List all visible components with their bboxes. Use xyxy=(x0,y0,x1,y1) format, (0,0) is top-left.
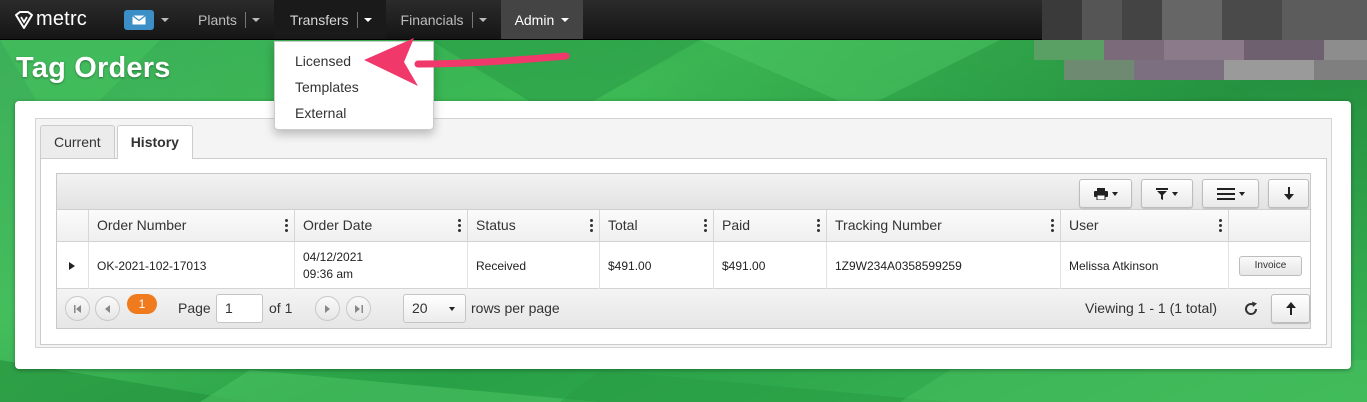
obscured-user-area xyxy=(1034,0,1367,100)
nav-plants[interactable]: Plants xyxy=(182,0,274,39)
cell-order-date: 04/12/2021 09:36 am xyxy=(295,242,468,289)
cell-total: $491.00 xyxy=(600,242,714,289)
column-header-order-number[interactable]: Order Number xyxy=(89,210,295,242)
column-menu-icon[interactable] xyxy=(704,219,707,232)
nav-admin-label: Admin xyxy=(514,11,555,28)
grid-header-row: Order Number Order Date Status Total Pai… xyxy=(57,210,1310,242)
upload-button[interactable] xyxy=(1271,294,1310,323)
tab-current[interactable]: Current xyxy=(40,125,115,158)
column-header-user[interactable]: User xyxy=(1061,210,1229,242)
column-menu-icon[interactable] xyxy=(817,219,820,232)
tab-content: Order Number Order Date Status Total Pai… xyxy=(40,158,1327,345)
chevron-down-icon xyxy=(449,307,455,311)
column-menu-icon[interactable] xyxy=(1051,219,1054,232)
print-button[interactable] xyxy=(1079,179,1132,208)
column-menu-icon[interactable] xyxy=(458,219,461,232)
cell-paid: $491.00 xyxy=(714,242,827,289)
menu-item-external[interactable]: External xyxy=(275,100,433,126)
next-page-icon xyxy=(324,304,330,313)
nav-transfers-label: Transfers xyxy=(289,11,349,28)
cell-order-number: OK-2021-102-17013 xyxy=(89,242,295,289)
menu-item-licensed[interactable]: Licensed xyxy=(275,48,433,74)
menu-item-templates[interactable]: Templates xyxy=(275,74,433,100)
expand-triangle-icon xyxy=(69,261,75,270)
column-header-status[interactable]: Status xyxy=(468,210,600,242)
mail-menu[interactable] xyxy=(108,0,182,39)
columns-menu-icon xyxy=(1216,187,1235,200)
main-panel: Current History Order Number Order Date … xyxy=(15,101,1351,369)
tab-bar: Current History xyxy=(40,125,195,159)
current-page-badge: 1 xyxy=(127,294,157,314)
column-menu-icon[interactable] xyxy=(590,219,593,232)
next-page-button[interactable] xyxy=(315,296,340,321)
prev-page-button[interactable] xyxy=(95,296,120,321)
upload-icon xyxy=(1285,302,1296,315)
column-header-paid[interactable]: Paid xyxy=(714,210,827,242)
nav-transfers[interactable]: Transfers xyxy=(273,0,386,39)
first-page-button[interactable] xyxy=(65,296,90,321)
page-title: Tag Orders xyxy=(16,52,171,84)
viewing-count: Viewing 1 - 1 (1 total) xyxy=(1085,300,1218,316)
orders-grid: Order Number Order Date Status Total Pai… xyxy=(56,173,1311,329)
rows-per-page-label: rows per page xyxy=(471,300,560,316)
page-count-label: of 1 xyxy=(269,300,293,316)
chevron-down-icon xyxy=(1172,191,1178,196)
chevron-down-icon xyxy=(161,17,169,22)
download-button[interactable] xyxy=(1268,179,1309,208)
chevron-down-icon xyxy=(251,17,260,22)
order-date-value: 04/12/2021 xyxy=(303,249,364,264)
column-header-tracking-number[interactable]: Tracking Number xyxy=(827,210,1061,242)
grid-toolbar xyxy=(57,174,1310,210)
column-menu-icon[interactable] xyxy=(1219,219,1222,232)
chevron-down-icon xyxy=(1238,191,1245,196)
nav-financials[interactable]: Financials xyxy=(386,0,501,39)
cell-tracking-number: 1Z9W234A0358599259 xyxy=(827,242,1061,289)
tabs-container: Current History Order Number Order Date … xyxy=(35,118,1332,348)
cell-actions: Invoice xyxy=(1229,242,1310,289)
download-icon xyxy=(1283,187,1294,200)
refresh-icon[interactable] xyxy=(1242,300,1260,318)
page-label: Page xyxy=(178,300,211,316)
column-header-total[interactable]: Total xyxy=(600,210,714,242)
rows-per-page-value: 20 xyxy=(412,300,428,316)
print-icon xyxy=(1093,187,1108,200)
metrc-logo-icon xyxy=(15,10,33,29)
table-row[interactable]: OK-2021-102-17013 04/12/2021 09:36 am Re… xyxy=(57,242,1310,289)
column-header-order-date[interactable]: Order Date xyxy=(295,210,468,242)
expand-row-toggle[interactable] xyxy=(57,242,89,289)
last-page-icon xyxy=(354,304,363,313)
filter-button[interactable] xyxy=(1141,179,1193,208)
chevron-down-icon xyxy=(363,17,372,22)
nav-admin[interactable]: Admin xyxy=(500,0,584,39)
chevron-down-icon xyxy=(561,17,570,22)
nav-plants-label: Plants xyxy=(198,11,237,28)
last-page-button[interactable] xyxy=(346,296,371,321)
columns-menu-button[interactable] xyxy=(1202,179,1259,208)
cell-user: Melissa Atkinson xyxy=(1061,242,1229,289)
grid-pager: 1 Page 1 of 1 20 rows per page Viewing 1… xyxy=(57,289,1310,328)
tab-history[interactable]: History xyxy=(116,125,193,159)
invoice-button[interactable]: Invoice xyxy=(1239,255,1302,276)
brand-name: metrc xyxy=(36,8,87,30)
chevron-down-icon xyxy=(1111,191,1118,196)
column-header-expand xyxy=(57,210,89,242)
filter-icon xyxy=(1156,187,1168,200)
mail-icon xyxy=(132,14,146,24)
brand[interactable]: metrc xyxy=(0,0,108,39)
page-number-input[interactable]: 1 xyxy=(216,294,263,323)
column-menu-icon[interactable] xyxy=(285,219,288,232)
cell-status: Received xyxy=(468,242,600,289)
column-header-actions xyxy=(1229,210,1310,242)
prev-page-icon xyxy=(104,304,110,313)
transfers-dropdown-menu: Licensed Templates External xyxy=(274,41,434,130)
order-time-value: 09:36 am xyxy=(303,266,354,281)
nav-financials-label: Financials xyxy=(400,11,464,28)
first-page-icon xyxy=(73,304,81,313)
rows-per-page-select[interactable]: 20 xyxy=(403,294,466,323)
mail-button[interactable] xyxy=(124,9,154,30)
chevron-down-icon xyxy=(478,17,487,22)
